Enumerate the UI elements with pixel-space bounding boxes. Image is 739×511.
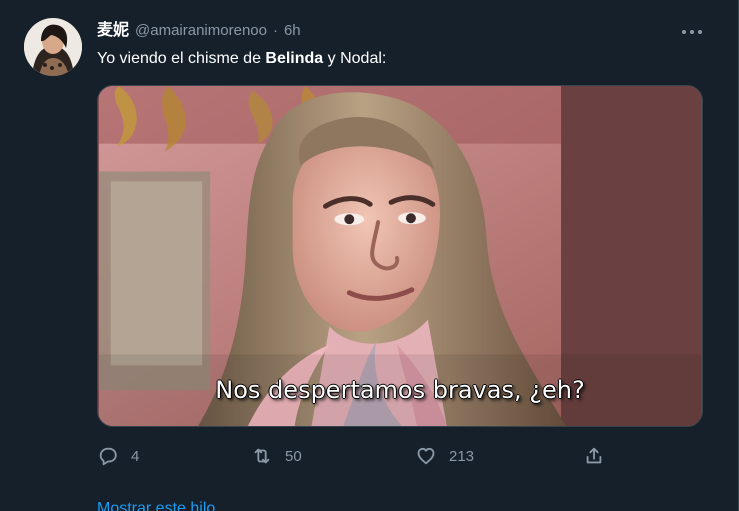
tweet-header: 麦妮 @amairanimorenoo · 6h [97,21,301,41]
like-button[interactable]: 213 [415,443,474,469]
retweet-count: 50 [285,447,302,465]
tweet-card[interactable]: 麦妮 @amairanimorenoo · 6h Yo viendo el ch… [0,0,739,511]
reply-count: 4 [131,447,140,465]
more-button[interactable] [682,22,702,42]
tweet-time[interactable]: 6h [284,21,301,41]
avatar[interactable] [24,18,82,76]
share-button[interactable] [583,443,605,469]
media-subtitle: Nos despertamos bravas, ¿eh? [215,376,585,404]
media-image [98,86,702,426]
avatar-image [24,18,82,76]
reply-icon [99,447,117,466]
tweet-actions: 4 50 213 [97,443,617,469]
reply-button[interactable]: 4 [97,443,139,469]
tweet-text-after: y Nodal: [323,50,387,67]
heart-icon [417,447,435,465]
tweet-text-bold: Belinda [265,50,324,67]
share-icon [586,447,602,464]
more-icon-dot [690,30,694,34]
retweet-icon [254,448,270,464]
more-icon-dot [698,30,702,34]
tweet-media[interactable]: Nos despertamos bravas, ¿eh? [97,85,703,427]
more-icon [682,30,686,34]
tweet-text: Yo viendo el chisme de Belinda y Nodal: [97,48,386,70]
tweet-text-before: Yo viendo el chisme de [97,50,266,67]
retweet-button[interactable]: 50 [251,443,302,469]
display-name[interactable]: 麦妮 [97,21,129,41]
show-thread-link[interactable]: Mostrar este hilo [97,499,215,511]
meta-separator: · [272,22,278,39]
like-count: 213 [449,447,475,465]
user-handle[interactable]: @amairanimorenoo [135,21,267,41]
